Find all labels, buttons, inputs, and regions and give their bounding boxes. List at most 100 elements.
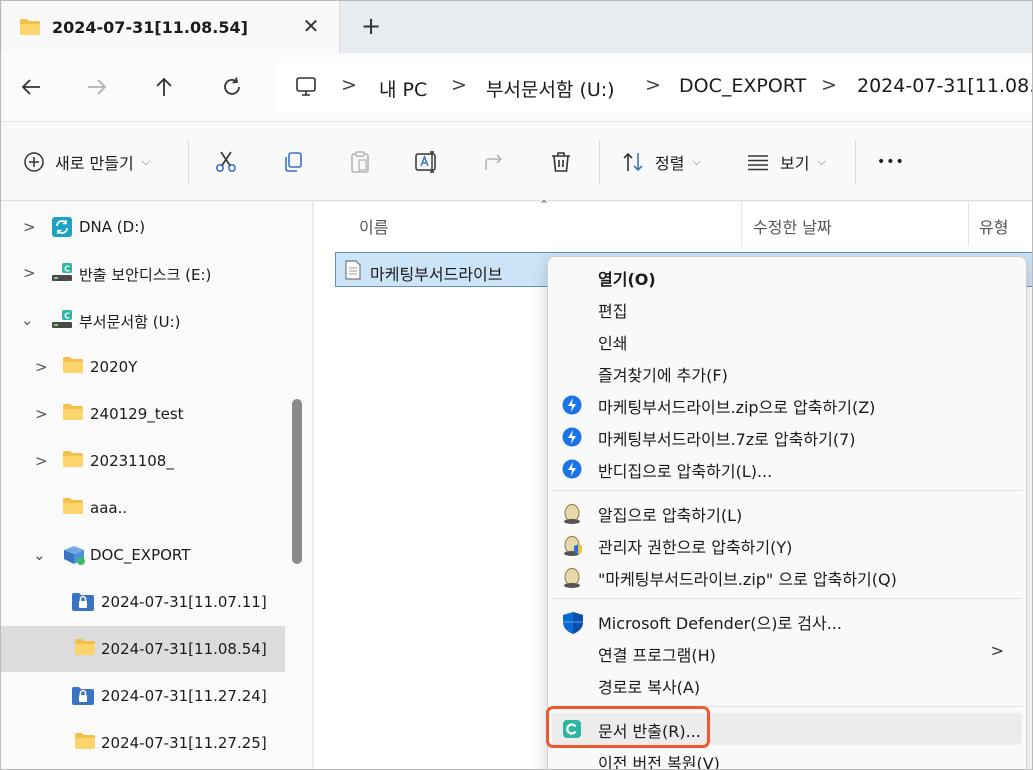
menu-item-label: 인쇄	[598, 334, 628, 353]
column-header-date[interactable]: 수정한 날짜	[753, 214, 832, 238]
more-options-button[interactable]: •••	[877, 146, 905, 178]
menu-item-bandizip-dialog[interactable]: 반디집으로 압축하기(L)...	[552, 453, 1022, 485]
command-bar: 새로 만들기 ⌵ 정렬 ⌵ 보기 ⌵ •••	[1, 121, 1032, 201]
copy-button[interactable]	[281, 146, 305, 178]
breadcrumb-doc-export[interactable]: DOC_EXPORT	[679, 75, 806, 97]
column-header-type[interactable]: 유형	[979, 214, 1008, 238]
column-divider[interactable]	[741, 202, 742, 246]
menu-item-print[interactable]: 인쇄	[552, 325, 1022, 357]
menu-item-alzip-zip[interactable]: "마케팅부서드라이브.zip" 으로 압축하기(Q)	[552, 561, 1022, 593]
close-tab-icon[interactable]: ✕	[300, 15, 322, 37]
breadcrumb-dept-drive[interactable]: 부서문서함 (U:)	[486, 75, 615, 102]
sidebar-item-20231108[interactable]: > 20231108_	[1, 438, 285, 484]
sidebar-item-label: aaa..	[90, 499, 128, 517]
breadcrumb-current-folder[interactable]: 2024-07-31[11.08.54	[857, 75, 1032, 97]
new-button[interactable]: 새로 만들기 ⌵	[23, 146, 150, 178]
paste-button[interactable]	[348, 146, 372, 178]
sidebar-item-export-11-08-54[interactable]: 2024-07-31[11.08.54]	[1, 626, 285, 672]
menu-item-bandizip-zip[interactable]: 마케팅부서드라이브.zip으로 압축하기(Z)	[552, 389, 1022, 421]
new-button-label: 새로 만들기	[55, 154, 134, 173]
expand-chevron-icon[interactable]: >	[35, 358, 48, 376]
up-button[interactable]	[150, 73, 178, 101]
sidebar-item-dept-drive[interactable]: ⌄ C 부서문서함 (U:)	[1, 297, 285, 343]
sidebar-item-export-11-07-11[interactable]: 2024-07-31[11.07.11]	[1, 579, 285, 625]
sidebar-item-label: 2024-07-31[11.08.54]	[101, 640, 267, 658]
breadcrumb-chevron[interactable]: >	[341, 74, 357, 96]
breadcrumb-chevron[interactable]: >	[821, 74, 837, 96]
folder-icon	[62, 403, 84, 425]
new-tab-button[interactable]: +	[359, 14, 383, 39]
expand-chevron-icon[interactable]: >	[23, 264, 36, 282]
sidebar-item-export-11-27-24[interactable]: 2024-07-31[11.27.24]	[1, 673, 285, 719]
sync-drive-icon	[51, 216, 73, 242]
menu-item-label: 마케팅부서드라이브.7z로 압축하기(7)	[598, 430, 856, 449]
breadcrumb-chevron[interactable]: >	[645, 74, 661, 96]
refresh-button[interactable]	[218, 73, 246, 101]
menu-item-label: 열기(O)	[598, 270, 656, 289]
share-button[interactable]	[482, 146, 506, 178]
submenu-chevron-icon: >	[990, 641, 1004, 660]
breadcrumb-chevron[interactable]: >	[451, 74, 467, 96]
copy-icon	[285, 152, 302, 172]
sidebar-item-export-11-27-25[interactable]: 2024-07-31[11.27.25]	[1, 720, 285, 766]
arrow-left-icon	[21, 79, 40, 95]
menu-item-label: 마케팅부서드라이브.zip으로 압축하기(Z)	[598, 398, 876, 417]
sidebar-item-dna-drive[interactable]: > DNA (D:)	[1, 204, 285, 250]
computer-icon[interactable]	[295, 77, 317, 101]
menu-item-alzip[interactable]: 알집으로 압축하기(L)	[552, 497, 1022, 529]
sidebar-item-doc-export[interactable]: ⌄ DOC_EXPORT	[1, 532, 285, 578]
cut-button[interactable]	[214, 146, 238, 178]
menu-item-label: Microsoft Defender(으)로 검사...	[598, 614, 842, 633]
menu-item-label: "마케팅부서드라이브.zip" 으로 압축하기(Q)	[598, 570, 897, 589]
menu-item-label: 연결 프로그램(H)	[598, 646, 716, 665]
delete-button[interactable]	[549, 146, 573, 178]
breadcrumb-my-pc[interactable]: 내 PC	[379, 75, 427, 102]
menu-item-label: 즐겨찾기에 추가(F)	[598, 366, 728, 385]
share-icon	[485, 154, 503, 170]
add-circle-icon	[24, 152, 44, 172]
column-divider[interactable]	[968, 202, 969, 246]
toolbar-divider	[599, 140, 600, 184]
collapse-chevron-icon[interactable]: ⌄	[33, 546, 46, 564]
menu-item-open-with[interactable]: 연결 프로그램(H) >	[552, 637, 1022, 669]
address-bar[interactable]: > 내 PC > 부서문서함 (U:) > DOC_EXPORT > 2024-…	[275, 63, 1032, 111]
sidebar-item-aaa[interactable]: aaa..	[1, 485, 285, 531]
column-header-name[interactable]: 이름	[359, 214, 388, 238]
sidebar-item-label: 2024-07-31[11.07.11]	[101, 593, 267, 611]
menu-item-label: 경로로 복사(A)	[598, 678, 701, 697]
sidebar-item-label: 20231108_	[90, 452, 174, 470]
menu-item-restore-version[interactable]: 이전 버전 복원(V)	[552, 745, 1022, 769]
menu-item-alzip-admin[interactable]: 관리자 권한으로 압축하기(Y)	[552, 529, 1022, 561]
navigation-bar: > 내 PC > 부서문서함 (U:) > DOC_EXPORT > 2024-…	[1, 53, 1032, 121]
forward-button[interactable]	[83, 73, 111, 101]
bandizip-icon	[562, 459, 582, 479]
menu-item-edit[interactable]: 편집	[552, 293, 1022, 325]
sidebar-item-2020y[interactable]: > 2020Y	[1, 344, 285, 390]
svg-text:C: C	[64, 265, 70, 274]
tab-current-folder[interactable]: 2024-07-31[11.08.54] ✕	[2, 1, 340, 53]
expand-chevron-icon[interactable]: >	[35, 405, 48, 423]
expand-chevron-icon[interactable]: >	[23, 218, 36, 236]
back-button[interactable]	[17, 73, 45, 101]
document-icon	[344, 260, 362, 284]
locked-folder-icon	[71, 591, 95, 617]
view-button[interactable]: 보기 ⌵	[746, 146, 826, 178]
folder-icon	[74, 732, 96, 754]
menu-item-defender-scan[interactable]: Microsoft Defender(으)로 검사...	[552, 605, 1022, 637]
svg-text:C: C	[64, 312, 70, 321]
menu-item-open[interactable]: 열기(O)	[552, 261, 1022, 293]
navigation-pane: > DNA (D:) > C 반출 보안디스크 (E:) ⌄ C 부서문서함 (…	[1, 202, 313, 769]
sidebar-scrollbar[interactable]	[292, 399, 302, 564]
menu-item-add-favorites[interactable]: 즐겨찾기에 추가(F)	[552, 357, 1022, 389]
menu-item-bandizip-7z[interactable]: 마케팅부서드라이브.7z로 압축하기(7)	[552, 421, 1022, 453]
expand-chevron-icon[interactable]: >	[35, 452, 48, 470]
collapse-chevron-icon[interactable]: ⌄	[21, 311, 34, 329]
rename-icon	[415, 151, 436, 173]
sort-button[interactable]: 정렬 ⌵	[621, 146, 701, 178]
sidebar-item-secure-disk[interactable]: > C 반출 보안디스크 (E:)	[1, 250, 285, 296]
sidebar-item-240129-test[interactable]: > 240129_test	[1, 391, 285, 437]
folder-icon	[62, 450, 84, 472]
menu-item-copy-path[interactable]: 경로로 복사(A)	[552, 669, 1022, 701]
alzip-icon	[562, 567, 582, 588]
rename-button[interactable]	[414, 146, 440, 178]
